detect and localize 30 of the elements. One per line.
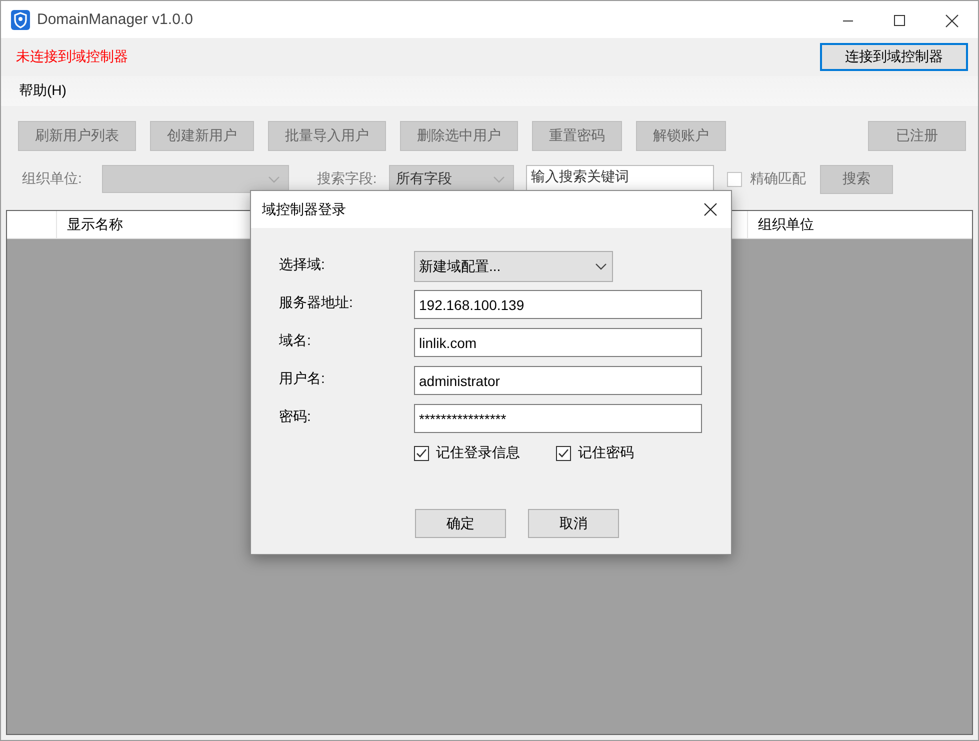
dialog-title: 域控制器登录 <box>262 200 346 218</box>
dialog-button[interactable]: 确定 <box>415 509 506 538</box>
column-header[interactable]: 组织单位 <box>748 211 972 238</box>
input-field[interactable]: **************** <box>414 404 702 433</box>
close-icon[interactable] <box>704 203 717 216</box>
checkbox[interactable] <box>414 446 429 460</box>
search-field-label: 搜索字段: <box>316 170 377 188</box>
window-title: DomainManager v1.0.0 <box>37 11 193 28</box>
menu-item[interactable]: 帮助(H) <box>11 80 74 102</box>
field-label: 服务器地址: <box>279 293 354 312</box>
connect-button[interactable]: 连接到域控制器 <box>820 43 968 71</box>
checkbox-label: 记住登录信息 <box>436 444 520 462</box>
input-field[interactable]: linlik.com <box>414 328 702 357</box>
chevron-down-icon <box>492 176 505 182</box>
chevron-down-icon <box>268 176 280 182</box>
field-label: 域名: <box>279 331 312 350</box>
field-label: 用户名: <box>279 369 326 388</box>
connection-status: 未连接到域控制器 <box>16 48 128 66</box>
chevron-down-icon <box>595 263 607 270</box>
domain-dropdown[interactable]: 新建域配置... <box>414 251 613 282</box>
checkbox-label: 记住密码 <box>578 444 634 462</box>
checkbox[interactable] <box>556 446 571 460</box>
field-label: 密码: <box>279 407 312 426</box>
checkbox-label: 精确匹配 <box>750 170 806 188</box>
field-label: 选择域: <box>279 255 326 274</box>
shield-icon <box>11 10 30 30</box>
input-field[interactable]: 192.168.100.139 <box>414 290 702 319</box>
input-field[interactable]: administrator <box>414 366 702 395</box>
ou-label: 组织单位: <box>22 170 82 188</box>
dialog-button[interactable]: 取消 <box>528 509 619 538</box>
